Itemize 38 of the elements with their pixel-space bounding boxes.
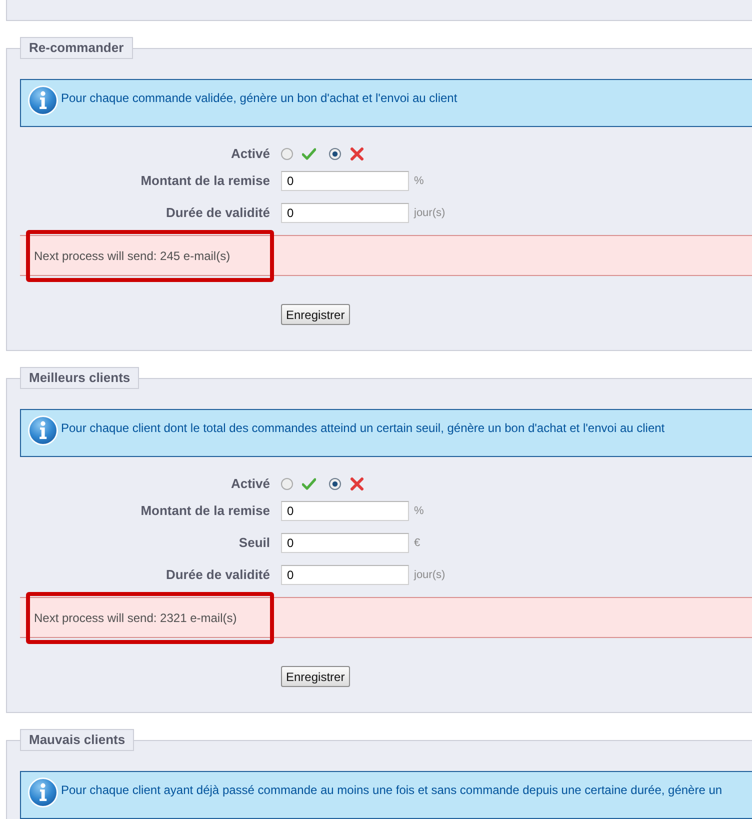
- text-input[interactable]: 0: [281, 565, 409, 585]
- section-title: Mauvais clients: [20, 729, 134, 751]
- radio-button[interactable]: [329, 478, 341, 490]
- section-title: Re-commander: [20, 37, 133, 59]
- text-input[interactable]: 0: [281, 171, 409, 191]
- radio-button[interactable]: [281, 478, 293, 490]
- info-icon: [28, 85, 58, 116]
- unit-label: %: [414, 175, 424, 187]
- unit-label: jour(s): [414, 207, 446, 219]
- text-input[interactable]: 0: [281, 533, 409, 553]
- save-button[interactable]: Enregistrer: [281, 666, 350, 687]
- save-button[interactable]: Enregistrer: [281, 304, 350, 325]
- unit-label: %: [414, 505, 424, 517]
- field-label: Seuil: [238, 535, 270, 551]
- text-input[interactable]: 0: [281, 203, 409, 223]
- info-icon: [28, 415, 58, 446]
- unit-label: €: [414, 537, 420, 549]
- section-title: Meilleurs clients: [20, 367, 140, 389]
- field-label: Activé: [230, 146, 270, 162]
- info-text: Pour chaque client dont le total des commandes atteind un certain seuil, génère un bon d'achat et l'envoi au client: [60, 420, 665, 435]
- field-label: Durée de validité: [164, 205, 270, 221]
- info-text: Pour chaque client ayant déjà passé commande au moins une fois et sans commande depuis une certaine durée, génère un: [60, 782, 722, 797]
- text-input[interactable]: 0: [281, 501, 409, 521]
- field-label: Montant de la remise: [140, 173, 270, 189]
- field-label: Durée de validité: [164, 567, 270, 583]
- info-icon: [28, 777, 58, 808]
- radio-button[interactable]: [281, 148, 293, 160]
- check-icon: [302, 147, 316, 161]
- check-icon: [302, 477, 316, 491]
- field-label: Activé: [230, 476, 270, 492]
- notice-text: Next process will send: 2321 e-mail(s): [34, 611, 237, 625]
- radio-button[interactable]: [329, 148, 341, 160]
- unit-label: jour(s): [414, 569, 446, 581]
- field-label: Montant de la remise: [140, 503, 270, 519]
- notice-text: Next process will send: 245 e-mail(s): [34, 249, 230, 263]
- info-text: Pour chaque commande validée, génère un bon d'achat et l'envoi au client: [60, 90, 458, 105]
- cross-icon: [350, 477, 364, 491]
- cross-icon: [350, 147, 364, 161]
